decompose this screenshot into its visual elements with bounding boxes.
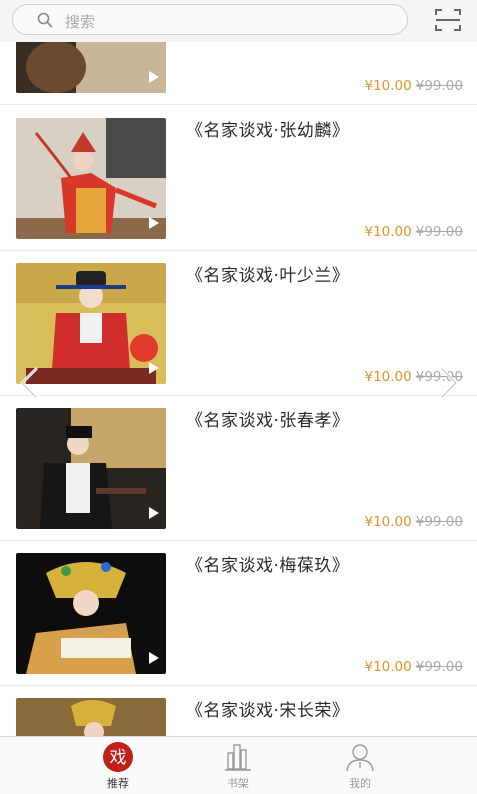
tab-profile[interactable]: 我的 bbox=[300, 737, 420, 794]
play-icon bbox=[149, 71, 159, 83]
bottom-tab-bar: 戏 推荐 书架 我的 bbox=[0, 736, 477, 794]
tab-glyph: 戏 bbox=[110, 748, 127, 768]
performance-photo bbox=[16, 698, 166, 736]
course-title: 《名家谈戏·梅葆玖》 bbox=[186, 556, 350, 576]
price-row: ¥10.00 ¥99.00 bbox=[365, 514, 464, 530]
price: ¥10.00 bbox=[364, 659, 412, 675]
top-bar: 搜索 bbox=[0, 0, 477, 42]
course-title: 《名家谈戏·宋长荣》 bbox=[186, 701, 350, 721]
list-item[interactable]: 《名家谈戏·张春孝》 ¥10.00 ¥99.00 bbox=[0, 396, 477, 541]
course-title: 《名家谈戏·张幼麟》 bbox=[186, 121, 350, 141]
list-item[interactable]: 《名家谈戏·叶少兰》 ¥10.00 ¥99.00 bbox=[0, 251, 477, 396]
play-icon bbox=[149, 652, 159, 664]
search-input[interactable]: 搜索 bbox=[12, 4, 408, 35]
course-thumbnail[interactable] bbox=[16, 118, 166, 239]
price-row: ¥10.00 ¥99.00 bbox=[365, 659, 464, 675]
original-price: ¥99.00 bbox=[415, 514, 463, 530]
tab-label: 推荐 bbox=[107, 777, 129, 790]
play-icon bbox=[149, 362, 159, 374]
scan-icon[interactable] bbox=[434, 8, 462, 32]
chevron-right-icon[interactable] bbox=[436, 366, 462, 400]
tab-label: 我的 bbox=[349, 777, 371, 790]
price-row: ¥10.00 ¥99.00 bbox=[365, 78, 464, 94]
course-thumbnail[interactable] bbox=[16, 698, 166, 736]
price: ¥10.00 bbox=[364, 224, 412, 240]
original-price: ¥99.00 bbox=[415, 659, 463, 675]
list-item[interactable]: 《名家谈戏·梅葆玖》 ¥10.00 ¥99.00 bbox=[0, 541, 477, 686]
opera-logo-icon: 戏 bbox=[103, 742, 133, 772]
tab-label: 书架 bbox=[227, 777, 249, 790]
list-item[interactable]: ¥10.00 ¥99.00 bbox=[0, 42, 477, 105]
search-placeholder: 搜索 bbox=[65, 13, 96, 31]
user-icon bbox=[346, 744, 374, 772]
price: ¥10.00 bbox=[364, 514, 412, 530]
price-row: ¥10.00 ¥99.00 bbox=[365, 224, 464, 240]
search-icon bbox=[37, 12, 53, 28]
course-title: 《名家谈戏·叶少兰》 bbox=[186, 266, 350, 286]
price: ¥10.00 bbox=[364, 369, 412, 385]
course-thumbnail[interactable] bbox=[16, 408, 166, 529]
original-price: ¥99.00 bbox=[415, 78, 463, 94]
tab-bookshelf[interactable]: 书架 bbox=[178, 737, 298, 794]
course-list[interactable]: ¥10.00 ¥99.00 《名家谈戏·张幼麟》 ¥10.00 ¥99.00 《… bbox=[0, 42, 477, 736]
course-thumbnail[interactable] bbox=[16, 553, 166, 674]
course-thumbnail[interactable] bbox=[16, 42, 166, 93]
play-icon bbox=[149, 217, 159, 229]
play-icon bbox=[149, 507, 159, 519]
bookshelf-icon bbox=[225, 744, 251, 771]
tab-recommend[interactable]: 戏 推荐 bbox=[58, 737, 178, 794]
original-price: ¥99.00 bbox=[415, 224, 463, 240]
list-item[interactable]: 《名家谈戏·宋长荣》 bbox=[0, 686, 477, 736]
chevron-left-icon[interactable] bbox=[16, 366, 42, 400]
course-title: 《名家谈戏·张春孝》 bbox=[186, 411, 350, 431]
list-item[interactable]: 《名家谈戏·张幼麟》 ¥10.00 ¥99.00 bbox=[0, 106, 477, 251]
price: ¥10.00 bbox=[364, 78, 412, 94]
